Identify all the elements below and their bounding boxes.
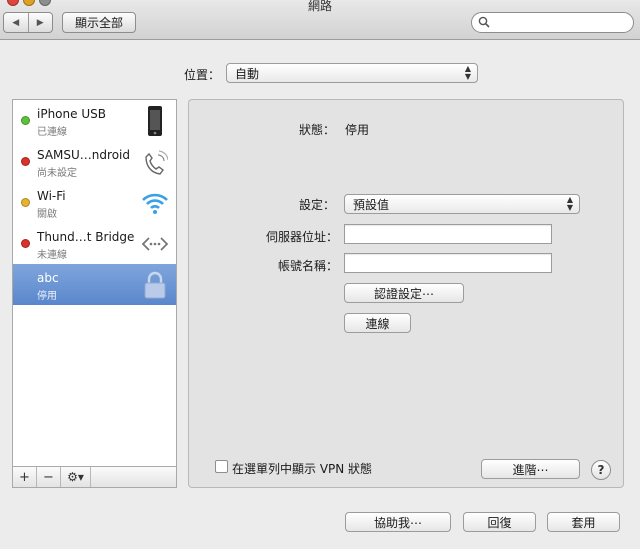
status-dot <box>21 198 30 207</box>
connect-button[interactable]: 連線 <box>344 313 411 333</box>
forward-button[interactable]: ▶ <box>27 13 53 32</box>
status-dot <box>21 239 30 248</box>
show-vpn-status-label[interactable]: 在選單列中顯示 VPN 狀態 <box>232 460 372 477</box>
service-name: Thund…t Bridge <box>37 230 135 244</box>
service-name: SAMSU…ndroid <box>37 148 130 162</box>
service-status: 尚未設定 <box>37 168 77 179</box>
wifi-icon <box>142 188 168 218</box>
lock-icon <box>142 270 168 300</box>
help-button[interactable]: ? <box>591 460 611 480</box>
configuration-label: 設定： <box>298 198 335 212</box>
configuration-popup[interactable]: 預設值 ▲ ▼ <box>344 194 580 214</box>
service-list-toolbar: + − ⚙▾ <box>13 466 176 487</box>
service-list: iPhone USB 已連線 SAMSU…ndroid 尚未設定 Wi-Fi 關… <box>12 99 177 488</box>
status-dot <box>21 116 30 125</box>
service-name: abc <box>37 271 59 285</box>
search-field[interactable] <box>471 12 634 33</box>
server-address-field[interactable] <box>344 224 552 244</box>
assist-me-button[interactable]: 協助我⋯ <box>345 512 451 532</box>
add-service-button[interactable]: + <box>13 467 37 487</box>
account-name-field[interactable] <box>344 253 552 273</box>
server-address-label: 伺服器位址： <box>265 230 338 244</box>
service-status: 已連線 <box>37 127 67 138</box>
advanced-button[interactable]: 進階⋯ <box>481 459 580 479</box>
search-icon <box>478 16 490 31</box>
phone-handset-icon <box>142 147 169 177</box>
service-item-thunderbolt-bridge[interactable]: Thund…t Bridge 未連線 <box>13 223 176 264</box>
popup-arrows-icon: ▲ ▼ <box>566 195 573 212</box>
show-vpn-status-checkbox[interactable] <box>215 460 228 473</box>
back-forward-control: ◀ ▶ <box>3 12 53 33</box>
title-bar: 網路 ◀ ▶ 顯示全部 <box>0 0 640 40</box>
show-all-button[interactable]: 顯示全部 <box>62 12 136 33</box>
authentication-settings-button[interactable]: 認證設定⋯ <box>344 283 464 303</box>
revert-button[interactable]: 回復 <box>463 512 536 532</box>
account-name-label: 帳號名稱： <box>277 259 338 273</box>
configuration-value: 預設值 <box>353 197 390 212</box>
status-label: 狀態： <box>298 123 335 137</box>
service-status: 關啟 <box>37 209 57 220</box>
service-status: 未連線 <box>37 250 67 261</box>
location-popup[interactable]: 自動 ▲ ▼ <box>226 63 478 83</box>
service-status: 停用 <box>37 291 57 302</box>
service-item-abc[interactable]: abc 停用 <box>13 264 176 305</box>
remove-service-button[interactable]: − <box>37 467 61 487</box>
thunderbolt-bridge-icon <box>141 229 169 259</box>
location-label: 位置： <box>184 68 221 82</box>
service-actions-gear-button[interactable]: ⚙▾ <box>61 467 91 487</box>
service-name: Wi-Fi <box>37 189 66 203</box>
service-item-samsung-android[interactable]: SAMSU…ndroid 尚未設定 <box>13 141 176 182</box>
apply-button[interactable]: 套用 <box>547 512 620 532</box>
service-item-wifi[interactable]: Wi-Fi 關啟 <box>13 182 176 223</box>
iphone-icon <box>142 106 168 136</box>
status-dot <box>21 157 30 166</box>
popup-arrows-icon: ▲ ▼ <box>464 64 471 81</box>
status-value: 停用 <box>345 123 370 137</box>
back-button[interactable]: ◀ <box>4 13 28 32</box>
location-value: 自動 <box>235 66 260 81</box>
service-name: iPhone USB <box>37 107 106 121</box>
service-item-iphone-usb[interactable]: iPhone USB 已連線 <box>13 100 176 141</box>
